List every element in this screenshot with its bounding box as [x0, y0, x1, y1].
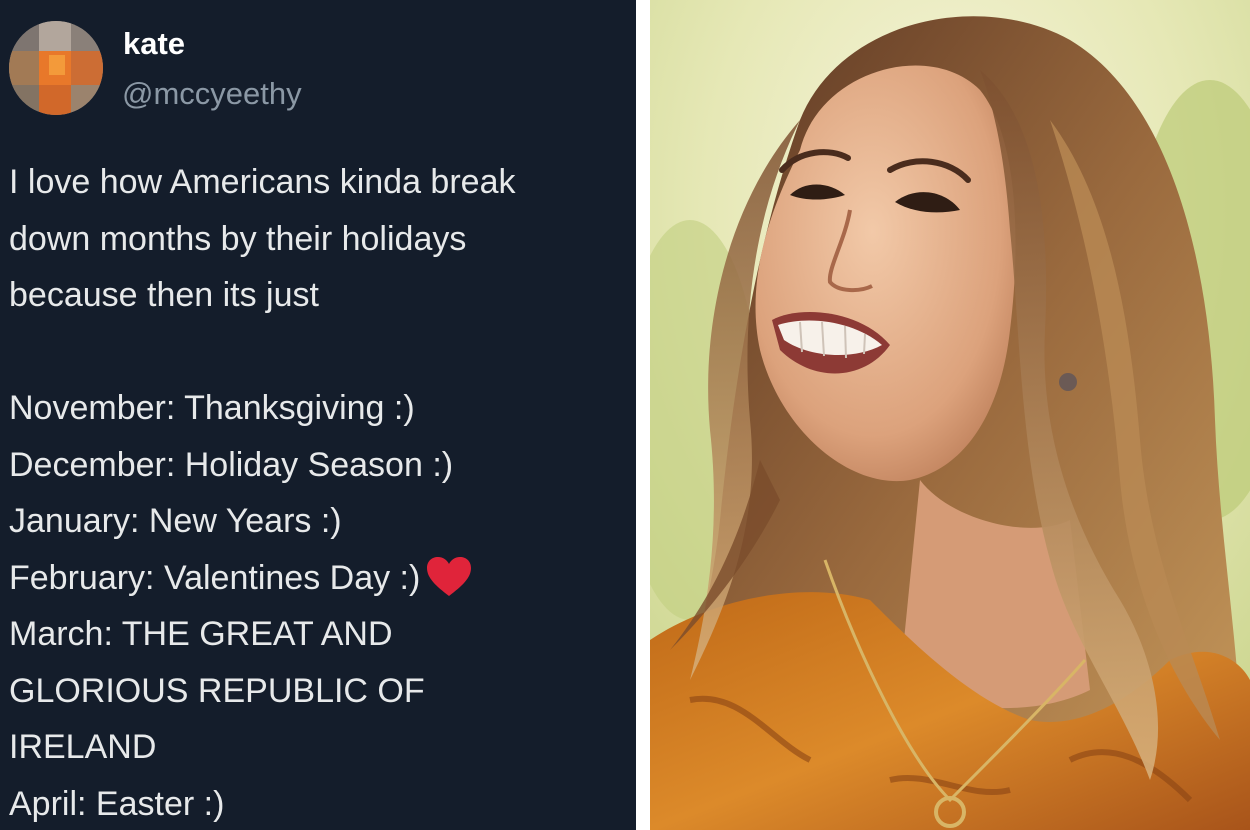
image-divider: [636, 0, 650, 830]
tweet-text-line: because then its just: [9, 276, 319, 314]
month-line-february-text: February: Valentines Day :): [9, 558, 421, 597]
tweet-text-line: I love how Americans kinda break: [9, 163, 516, 201]
red-heart-icon: [427, 556, 472, 596]
month-line-march: March: THE GREAT AND: [9, 615, 393, 653]
tweet-text-line: down months by their holidays: [9, 219, 467, 258]
avatar[interactable]: [9, 21, 103, 115]
woman-portrait-illustration: [650, 0, 1250, 830]
tweet-text: I love how Americans kinda break down mo…: [9, 154, 634, 830]
month-line-march-cont: GLORIOUS REPUBLIC OF: [9, 671, 425, 710]
month-line-march-cont: IRELAND: [9, 728, 157, 766]
display-name[interactable]: kate: [123, 24, 185, 64]
tweet-card: kate @mccyeethy I love how Americans kin…: [0, 0, 636, 830]
month-line-december: December: Holiday Season :): [9, 445, 454, 484]
pixelated-avatar-icon: [9, 21, 103, 115]
month-line-april: April: Easter :): [9, 784, 225, 823]
month-line-february: February: Valentines Day :): [9, 550, 634, 607]
smiling-woman-photo: [650, 0, 1250, 830]
month-line-january: January: New Years :): [9, 502, 342, 540]
user-handle[interactable]: @mccyeethy: [122, 74, 302, 114]
month-line-november: November: Thanksgiving :): [9, 389, 415, 427]
